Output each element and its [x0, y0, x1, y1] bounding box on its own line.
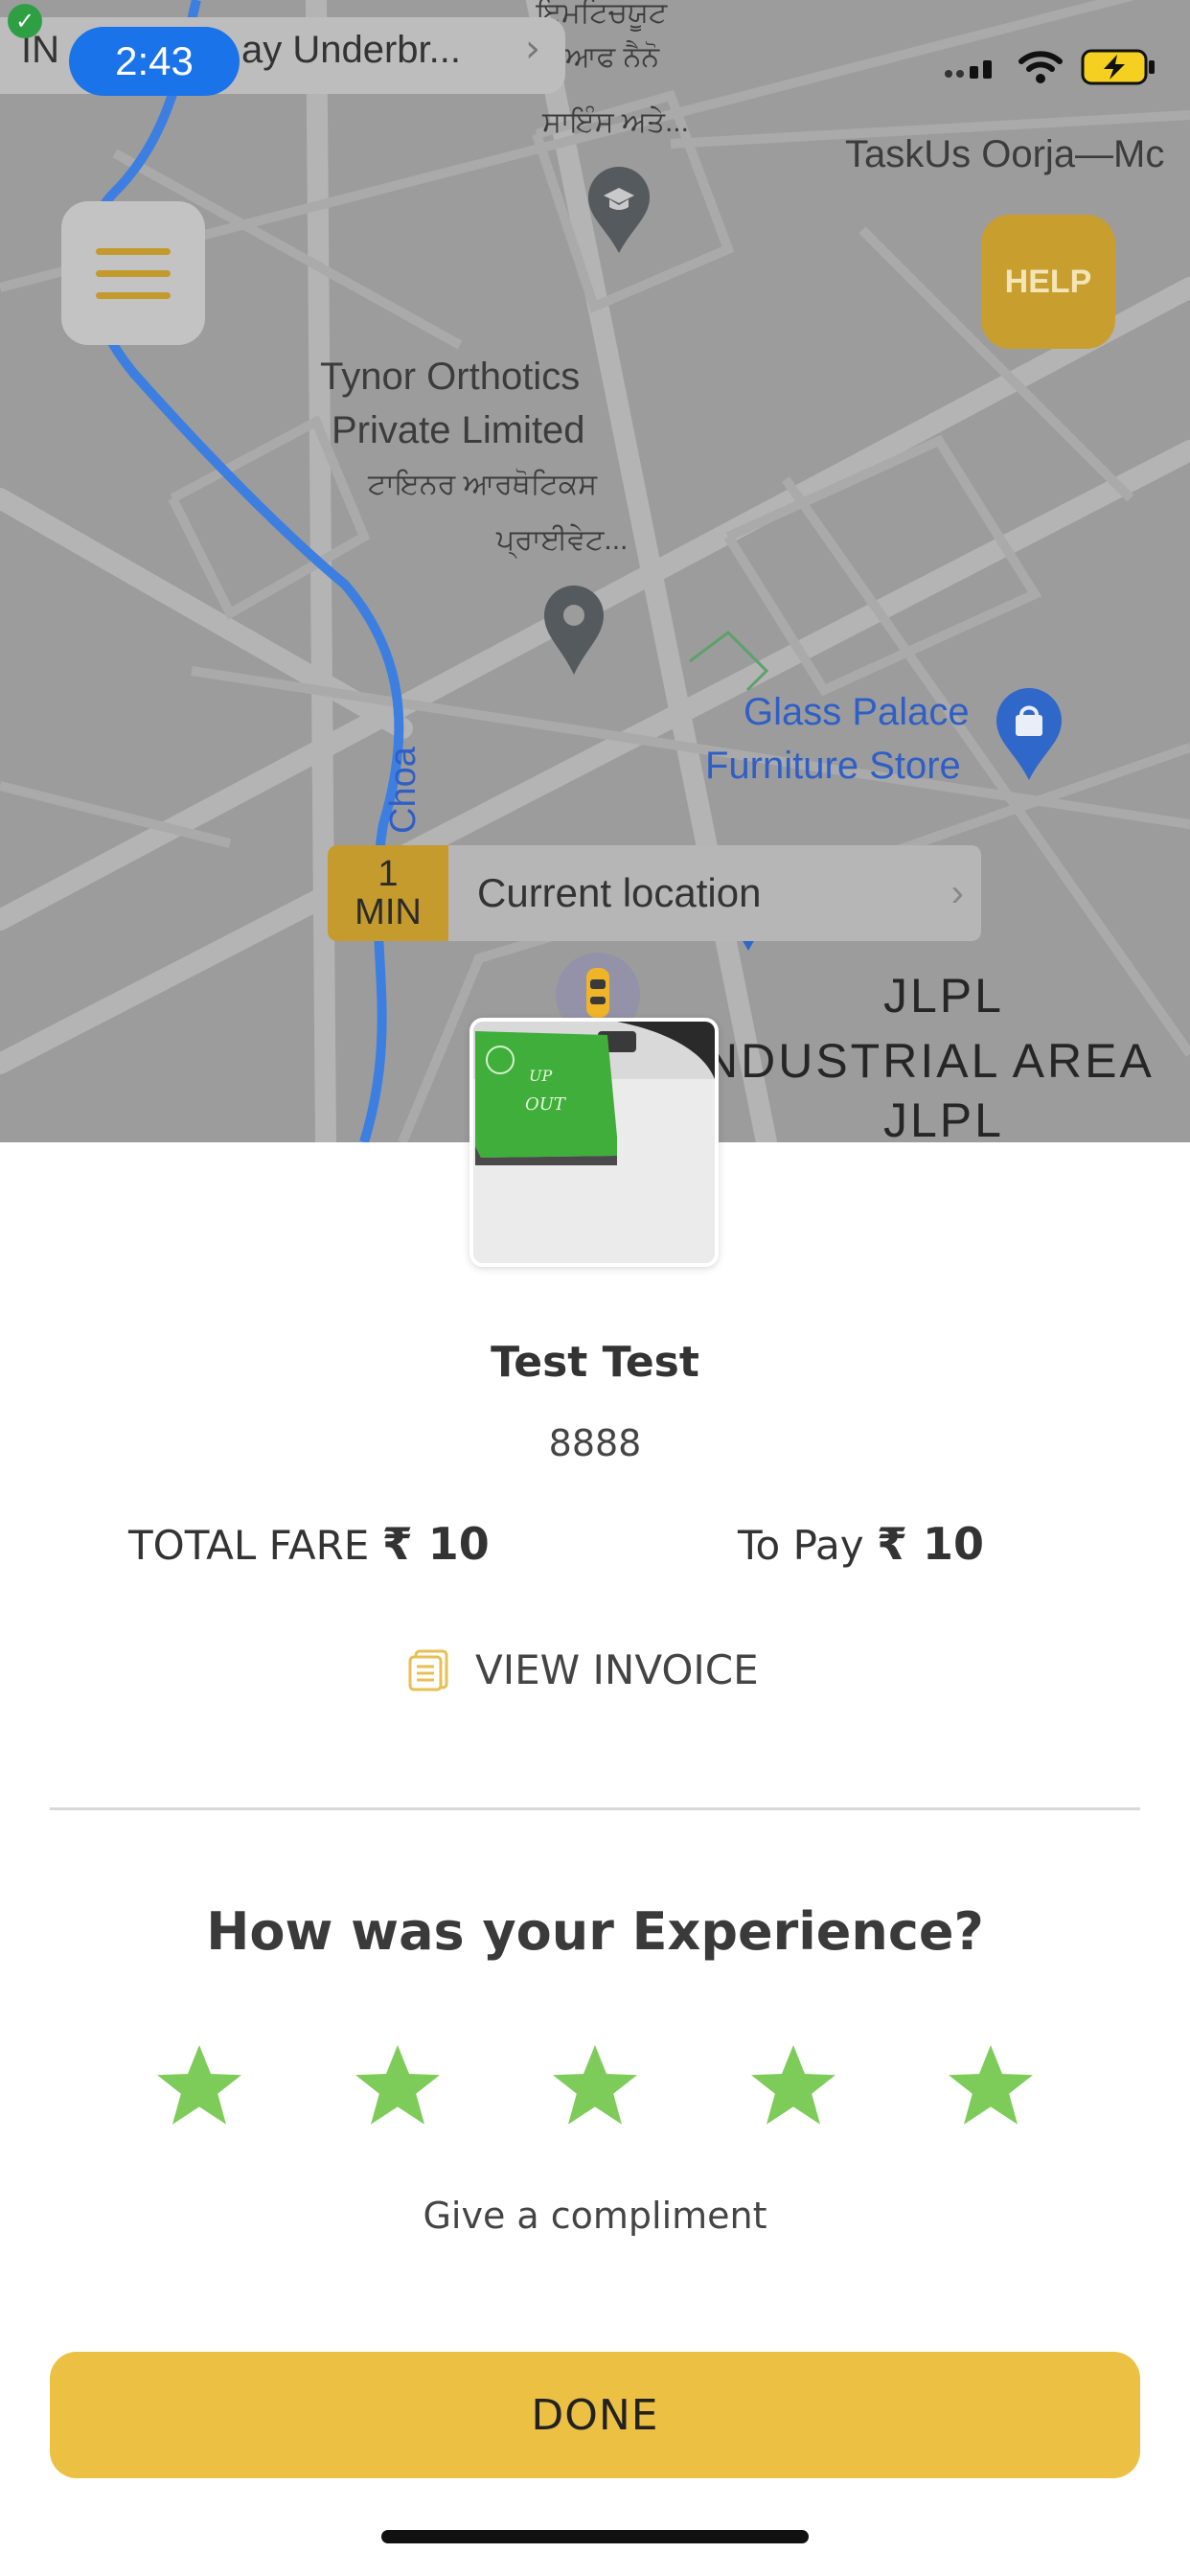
map-label-tynor[interactable]: Tynor Orthotics — [320, 351, 580, 402]
map-label-taskus[interactable]: TaskUs Oorja—Mc — [845, 128, 1164, 180]
star-icon-5[interactable] — [945, 2039, 1037, 2131]
star-icon-3[interactable] — [549, 2039, 641, 2131]
chevron-right-icon: › — [950, 871, 964, 914]
current-location-text: Current location — [477, 870, 762, 915]
school-pin-icon[interactable] — [586, 167, 652, 255]
invoice-document-icon — [408, 1649, 448, 1691]
done-button[interactable]: DONE — [50, 2352, 1140, 2478]
eta-unit: MIN — [355, 892, 422, 932]
cellular-signal-icon — [945, 60, 992, 79]
map-view[interactable]: ਇਮਟਿਚਯੂਟ ਆਫ ਨੈਨੋ ਸਾਇੰਸ ਅਤੇ... TaskUs Oor… — [0, 0, 1190, 1142]
star-icon-4[interactable] — [747, 2039, 839, 2131]
place-pin-icon[interactable] — [542, 585, 606, 677]
map-label-tynor[interactable]: Private Limited — [332, 404, 585, 456]
status-bar: IN ay Underbr... › 2:43 ✓ — [0, 0, 1190, 105]
total-fare-label: TOTAL FARE — [128, 1522, 370, 1569]
hamburger-line — [96, 291, 171, 299]
customer-code: 8888 — [548, 1422, 642, 1464]
map-label: ਸਾਇੰਸ ਅਤੇ... — [542, 106, 689, 138]
to-pay-value: ₹ 10 — [876, 1518, 985, 1570]
map-label-jlpl: JLPL — [883, 1093, 1004, 1142]
total-fare-value: ₹ 10 — [381, 1518, 490, 1570]
status-time: 2:43 — [69, 27, 240, 96]
map-label-jlpl: JLPL — [883, 969, 1004, 1023]
eta-badge: 1 MIN — [328, 845, 448, 941]
navigation-destination: ay Underbr... — [241, 29, 462, 71]
check-icon: ✓ — [8, 4, 42, 38]
to-pay-label: To Pay — [738, 1522, 864, 1569]
chevron-right-icon: › — [525, 27, 540, 71]
hamburger-menu-icon — [96, 247, 171, 255]
map-label-industrial-area: NDUSTRIAL AREA — [703, 1034, 1155, 1088]
eta-value: 1 — [378, 854, 399, 894]
current-location-label: Current location › — [448, 845, 981, 941]
customer-name: Test Test — [491, 1338, 699, 1387]
home-indicator — [381, 2530, 809, 2543]
photo-text-up: UP — [529, 1067, 552, 1085]
battery-charging-icon — [1081, 49, 1155, 85]
menu-button[interactable] — [61, 201, 205, 345]
map-label-glass-palace[interactable]: Furniture Store — [705, 740, 961, 792]
total-fare: TOTAL FARE ₹ 10 — [128, 1518, 490, 1570]
package-photo[interactable]: UP OUT — [469, 1018, 719, 1267]
star-icon-2[interactable] — [352, 2039, 444, 2131]
experience-question: How was your Experience? — [206, 1901, 984, 1962]
help-button[interactable]: HELP — [981, 215, 1115, 349]
map-label-waterway: Choa — [383, 747, 423, 834]
view-invoice-link[interactable]: VIEW INVOICE — [406, 1639, 759, 1700]
shopping-pin-icon[interactable] — [995, 688, 1064, 782]
photo-text-out: OUT — [525, 1094, 567, 1115]
give-compliment-link[interactable]: Give a compliment — [0, 2195, 1190, 2237]
map-label: ਪ੍ਰਾਈਵੇਟ... — [496, 524, 629, 556]
star-icon-1[interactable] — [153, 2039, 245, 2131]
star-rating[interactable] — [153, 2039, 1037, 2131]
wifi-icon — [1018, 51, 1063, 83]
eta-chip[interactable]: 1 MIN Current location › — [328, 845, 981, 941]
package-photo-image: UP OUT — [473, 1022, 715, 1263]
map-label: ਟਾਇਨਰ ਆਰਥੋਟਿਕਸ — [368, 469, 598, 500]
view-invoice-label: VIEW INVOICE — [475, 1645, 759, 1693]
status-icons — [943, 48, 1157, 86]
divider — [50, 1807, 1140, 1810]
hamburger-line — [96, 269, 171, 277]
map-label-glass-palace[interactable]: Glass Palace — [744, 686, 970, 738]
to-pay: To Pay ₹ 10 — [738, 1518, 984, 1570]
